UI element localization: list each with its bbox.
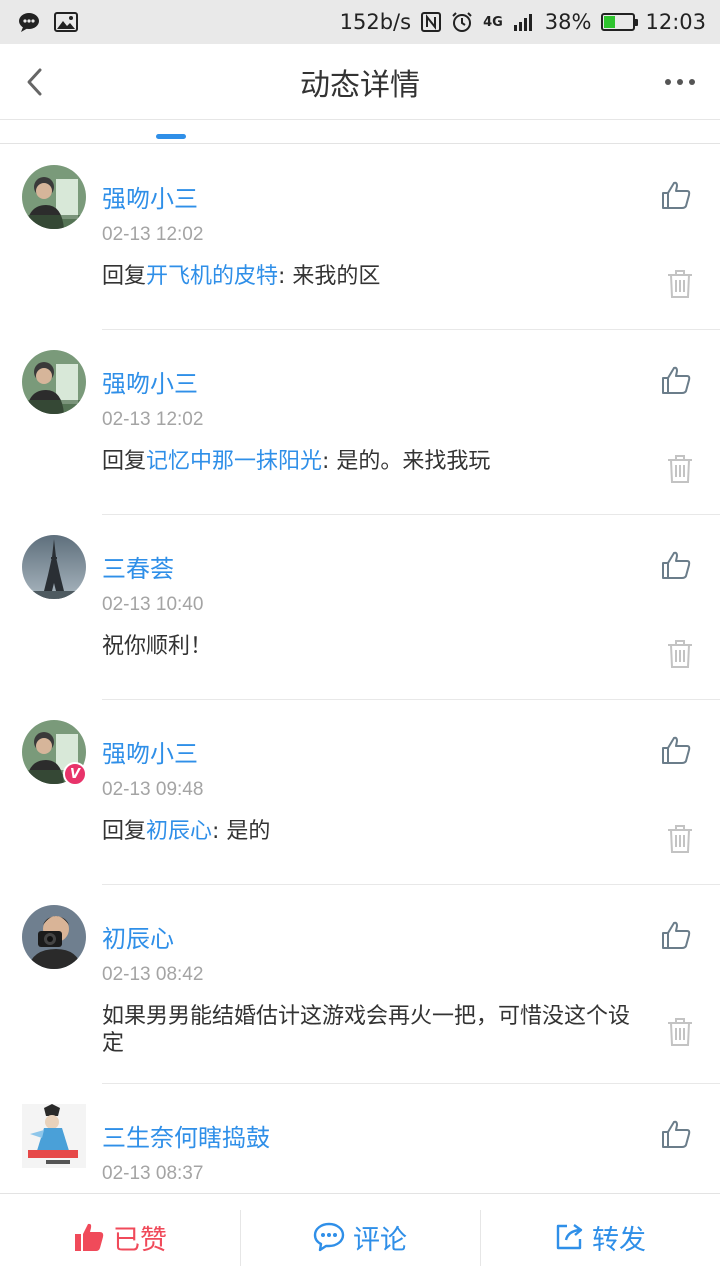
comment-mention[interactable]: 记忆中那一抹阳光 bbox=[146, 449, 322, 474]
thumbs-up-icon[interactable] bbox=[660, 1118, 692, 1150]
thumbs-up-icon[interactable] bbox=[660, 179, 692, 211]
comment-time: 02-13 09:48 bbox=[102, 779, 204, 800]
comment-item: V 强吻小三 02-13 09:48 回复初辰心: 是的 bbox=[0, 700, 720, 885]
title-bar: 动态详情 bbox=[0, 44, 720, 120]
comment-list[interactable]: 强吻小三 02-13 12:02 回复开飞机的皮特: 来我的区 强吻小三 02-… bbox=[0, 145, 720, 1193]
tab-strip bbox=[0, 120, 720, 144]
avatar[interactable] bbox=[22, 165, 86, 229]
signal-icon bbox=[513, 14, 532, 31]
comment-icon bbox=[313, 1222, 345, 1252]
comment-item: 三生奈何瞎捣鼓 02-13 08:37 bbox=[0, 1084, 720, 1193]
comment-text: 回复初辰心: 是的 bbox=[102, 818, 642, 845]
image-notification-icon bbox=[54, 12, 78, 32]
thumbs-up-icon[interactable] bbox=[660, 549, 692, 581]
battery-percent: 38% bbox=[544, 10, 592, 34]
thumbs-up-icon[interactable] bbox=[660, 364, 692, 396]
share-label: 转发 bbox=[592, 1224, 646, 1256]
comment-body: 如果男男能结婚估计这游戏会再火一把，可惜没这个设定 bbox=[102, 1004, 631, 1056]
verified-badge: V bbox=[63, 762, 87, 786]
comment-username[interactable]: 强吻小三 bbox=[102, 364, 198, 399]
share-icon bbox=[556, 1224, 583, 1250]
comment-username[interactable]: 三春荟 bbox=[102, 549, 174, 584]
thumbs-up-icon[interactable] bbox=[660, 734, 692, 766]
comment-item: 初辰心 02-13 08:42 如果男男能结婚估计这游戏会再火一把，可惜没这个设… bbox=[0, 885, 720, 1084]
network-type: 4G bbox=[483, 14, 503, 30]
comment-text: 回复开飞机的皮特: 来我的区 bbox=[102, 263, 642, 290]
thumbs-up-icon[interactable] bbox=[660, 919, 692, 951]
alarm-icon bbox=[452, 12, 472, 32]
like-button[interactable]: 已赞 bbox=[0, 1194, 240, 1280]
clock: 12:03 bbox=[645, 10, 706, 34]
back-button[interactable] bbox=[14, 62, 54, 102]
share-button[interactable]: 转发 bbox=[480, 1194, 720, 1280]
comment-body: : 来我的区 bbox=[278, 264, 381, 289]
comment-username[interactable]: 初辰心 bbox=[102, 919, 174, 954]
tab-indicator bbox=[156, 134, 186, 139]
avatar[interactable] bbox=[22, 350, 86, 414]
comment-reply-prefix: 回复 bbox=[102, 264, 147, 289]
bottom-action-bar: 已赞 评论 转发 bbox=[0, 1193, 720, 1280]
avatar[interactable] bbox=[22, 1104, 86, 1168]
avatar[interactable] bbox=[22, 905, 86, 969]
more-icon bbox=[665, 79, 695, 85]
trash-icon[interactable] bbox=[666, 1017, 694, 1047]
comment-text: 如果男男能结婚估计这游戏会再火一把，可惜没这个设定 bbox=[102, 1003, 642, 1057]
nfc-icon bbox=[421, 12, 442, 32]
comment-time: 02-13 08:42 bbox=[102, 964, 204, 985]
status-bar: 152b/s 4G 38% 12:03 bbox=[0, 0, 720, 44]
thumbs-up-filled-icon bbox=[75, 1223, 104, 1251]
comment-item: 强吻小三 02-13 12:02 回复开飞机的皮特: 来我的区 bbox=[0, 145, 720, 330]
comment-button[interactable]: 评论 bbox=[240, 1194, 480, 1280]
comment-mention[interactable]: 初辰心 bbox=[146, 819, 212, 844]
comment-reply-prefix: 回复 bbox=[102, 819, 147, 844]
chat-notification-icon bbox=[19, 13, 39, 32]
comment-body: : 是的。来找我玩 bbox=[322, 449, 491, 474]
trash-icon[interactable] bbox=[666, 824, 694, 854]
like-label: 已赞 bbox=[113, 1224, 167, 1256]
comment-username[interactable]: 三生奈何瞎捣鼓 bbox=[102, 1118, 270, 1153]
comment-label: 评论 bbox=[353, 1224, 407, 1256]
comment-username[interactable]: 强吻小三 bbox=[102, 179, 198, 214]
comment-item: 强吻小三 02-13 12:02 回复记忆中那一抹阳光: 是的。来找我玩 bbox=[0, 330, 720, 515]
chevron-left-icon bbox=[27, 68, 42, 96]
comment-time: 02-13 08:37 bbox=[102, 1163, 204, 1184]
trash-icon[interactable] bbox=[666, 269, 694, 299]
battery-icon bbox=[601, 13, 639, 31]
comment-body: 祝你顺利！ bbox=[102, 634, 213, 659]
comment-text: 祝你顺利！ bbox=[102, 633, 642, 660]
comment-time: 02-13 12:02 bbox=[102, 409, 204, 430]
trash-icon[interactable] bbox=[666, 454, 694, 484]
avatar[interactable] bbox=[22, 535, 86, 599]
more-button[interactable] bbox=[660, 62, 700, 102]
comment-reply-prefix: 回复 bbox=[102, 449, 147, 474]
comment-body: : 是的 bbox=[212, 819, 271, 844]
trash-icon[interactable] bbox=[666, 639, 694, 669]
comment-time: 02-13 12:02 bbox=[102, 224, 204, 245]
comment-mention[interactable]: 开飞机的皮特 bbox=[146, 264, 278, 289]
page-title: 动态详情 bbox=[300, 67, 420, 103]
comment-username[interactable]: 强吻小三 bbox=[102, 734, 198, 769]
comment-item: 三春荟 02-13 10:40 祝你顺利！ bbox=[0, 515, 720, 700]
network-speed: 152b/s bbox=[339, 10, 412, 34]
comment-text: 回复记忆中那一抹阳光: 是的。来找我玩 bbox=[102, 448, 642, 475]
comment-time: 02-13 10:40 bbox=[102, 594, 204, 615]
